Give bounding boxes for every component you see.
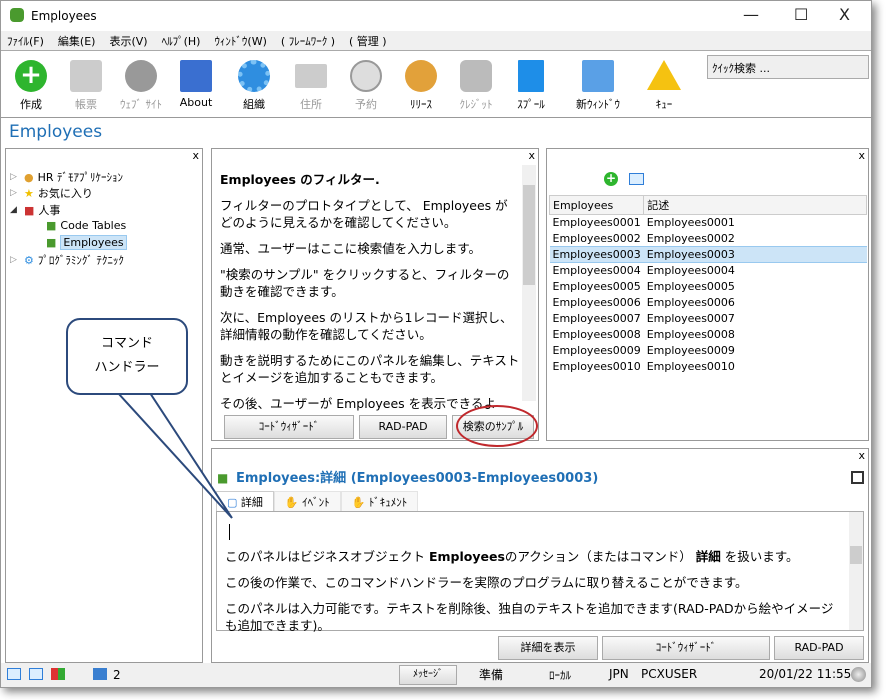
callout-text: コマンド [100,336,153,351]
callout-balloon: コマンド ハンドラー [66,318,188,395]
callout-text: ハンドラー [94,360,160,375]
